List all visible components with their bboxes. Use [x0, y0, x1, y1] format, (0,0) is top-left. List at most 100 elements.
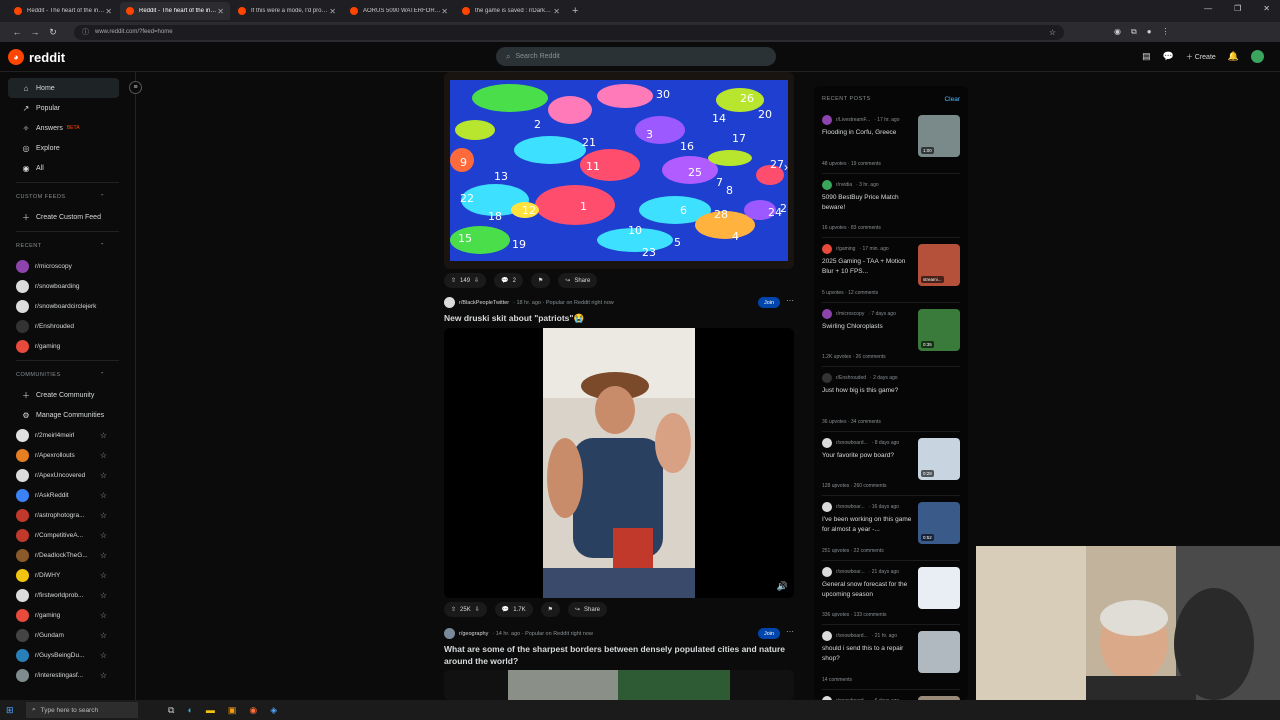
join-button[interactable]: Join — [758, 628, 780, 639]
windows-start-icon[interactable]: ⊞ — [6, 705, 22, 716]
recent-post-item[interactable]: r/snowboard...· 6 days agoJust ordered a… — [822, 690, 960, 700]
subreddit-item[interactable]: r/snowboarding — [0, 276, 135, 296]
subreddit-item[interactable]: r/microscopy — [0, 256, 135, 276]
post-title[interactable]: New druski skit about "patriots"😭 — [444, 312, 794, 324]
url-field[interactable]: ⓘ www.reddit.com/?feed=home ☆ — [74, 24, 1064, 40]
sidebar-item-explore[interactable]: ◎ Explore — [0, 138, 135, 158]
firefox-icon[interactable]: ◉ — [249, 705, 257, 716]
advertise-icon[interactable]: ▤ — [1142, 51, 1151, 62]
volume-icon[interactable]: 🔊 — [777, 581, 788, 592]
sidebar-item-popular[interactable]: ↗ Popular — [0, 98, 135, 118]
more-options-icon[interactable]: ⋯ — [786, 296, 794, 305]
subreddit-item[interactable]: r/DiWHY ☆ — [0, 565, 135, 585]
subreddit-item[interactable]: r/gaming — [0, 336, 135, 356]
share-button[interactable]: ↪ Share — [558, 273, 598, 288]
sidebar-item-home[interactable]: ⌂ Home — [8, 78, 119, 98]
browser-tab[interactable]: Reddit - The heart of the internet ✕ — [8, 2, 118, 20]
favorite-star-icon[interactable]: ☆ — [100, 671, 107, 680]
subreddit-link[interactable]: r/geography — [459, 631, 488, 637]
subreddit-name[interactable]: r/LivestreamF... — [836, 117, 870, 123]
post-title[interactable]: What are some of the sharpest borders be… — [444, 643, 794, 667]
forward-icon[interactable]: → — [26, 27, 44, 37]
recent-post-item[interactable]: r/LivestreamF... · 17 hr. ago Flooding in … — [822, 109, 960, 174]
share-button[interactable]: ↪ Share — [567, 602, 608, 617]
menu-icon[interactable]: ⋮ — [1162, 27, 1170, 37]
join-button[interactable]: Join — [758, 297, 780, 308]
subreddit-item[interactable]: r/2meirl4meirl ☆ — [0, 425, 135, 445]
comments-button[interactable]: 💬 2 — [494, 273, 523, 288]
sidebar-item-answers[interactable]: ✧ Answers BETA — [0, 118, 135, 138]
upvote-icon[interactable]: ⇧ — [451, 606, 456, 613]
profile-icon[interactable]: ● — [1147, 27, 1152, 37]
search-input[interactable]: ⌕ Search Reddit — [496, 47, 776, 66]
more-options-icon[interactable]: ⋯ — [786, 627, 794, 636]
favorite-star-icon[interactable]: ☆ — [100, 511, 107, 520]
create-button[interactable]: ＋ Create — [1186, 52, 1216, 62]
create-custom-feed-button[interactable]: ＋ Create Custom Feed — [0, 207, 135, 227]
subreddit-name[interactable]: r/snowboar... — [836, 504, 865, 510]
favorite-star-icon[interactable]: ☆ — [100, 471, 107, 480]
subreddit-name[interactable]: r/snowboard... — [836, 633, 868, 639]
communities-section[interactable]: COMMUNITIES ⌃ — [0, 365, 135, 385]
recent-section[interactable]: RECENT ⌃ — [0, 236, 135, 256]
award-button[interactable]: ⚑ — [530, 273, 551, 288]
clear-button[interactable]: Clear — [944, 96, 960, 103]
extension-icon[interactable]: ◉ — [1114, 27, 1121, 37]
favorite-star-icon[interactable]: ☆ — [100, 631, 107, 640]
edge-icon[interactable]: ◐ — [187, 705, 192, 716]
downvote-icon[interactable]: ⇩ — [475, 606, 480, 613]
close-window-icon[interactable]: ✕ — [1263, 4, 1270, 13]
puzzle-icon[interactable]: ⧉ — [1131, 27, 1137, 37]
custom-feeds-section[interactable]: CUSTOM FEEDS ⌃ — [0, 187, 135, 207]
recent-post-thumbnail[interactable]: 0:28 — [918, 437, 960, 480]
new-tab-button[interactable]: + — [572, 5, 578, 17]
browser-tab[interactable]: If this were a mode, I'd probably...✕ — [232, 2, 342, 20]
site-info-icon[interactable]: ⓘ — [82, 27, 89, 37]
back-icon[interactable]: ← — [8, 27, 26, 37]
bookmark-star-icon[interactable]: ☆ — [1049, 28, 1056, 37]
subreddit-item[interactable]: r/snowboardcirclejerk — [0, 296, 135, 316]
recent-post-title[interactable]: I've been working on this game for almos… — [822, 515, 914, 535]
recent-post-title[interactable]: Swirling Chloroplasts — [822, 322, 914, 332]
subreddit-item[interactable]: r/CompetitiveA... ☆ — [0, 525, 135, 545]
subreddit-name[interactable]: r/nvidia — [836, 182, 852, 188]
collapse-sidebar-button[interactable]: ≡ — [129, 81, 142, 94]
browser-tab[interactable]: the game is saved : r/DarkAndD...✕ — [456, 2, 566, 20]
recent-post-title[interactable]: should i send this to a repair shop? — [822, 644, 914, 664]
post-gallery-image[interactable]: 30 26 2 14 20 3 17 21 16 9 11 13 25 7 27 8 22 18 12 1 6 28 24 2… — [444, 72, 794, 269]
subreddit-item[interactable]: r/ApexUncovered ☆ — [0, 465, 135, 485]
subreddit-name[interactable]: r/snowboar... — [836, 569, 865, 575]
recent-post-item[interactable]: r/snowboard... · 8 days ago Your favorite … — [822, 432, 960, 496]
subreddit-avatar[interactable] — [444, 297, 455, 308]
recent-post-item[interactable]: r/microscopy · 7 days ago Swirling Chlorop… — [822, 303, 960, 367]
recent-post-item[interactable]: r/nvidia · 3 hr. ago 5090 BestBuy Price Ma… — [822, 174, 960, 238]
post-image[interactable] — [444, 670, 794, 700]
recent-post-thumbnail[interactable]: 1:00 — [918, 115, 960, 157]
recent-post-title[interactable]: General snow forecast for the upcoming s… — [822, 580, 914, 600]
sidebar-item-all[interactable]: ◉ All — [0, 158, 135, 178]
subreddit-avatar[interactable] — [444, 628, 455, 639]
recent-post-thumbnail[interactable] — [918, 631, 960, 673]
recent-post-item[interactable]: r/gaming · 17 min. ago 2025 Gaming - TAA +… — [822, 238, 960, 303]
subreddit-name[interactable]: r/microscopy — [836, 311, 864, 317]
award-button[interactable]: ⚑ — [540, 602, 560, 617]
browser-tab[interactable]: AORUS 5090 WATERFORCE Test✕ — [344, 2, 454, 20]
favorite-star-icon[interactable]: ☆ — [100, 651, 107, 660]
recent-post-item[interactable]: r/Enshrouded · 2 days ago Just how big is … — [822, 367, 960, 432]
taskbar-search-input[interactable]: ⌕ Type here to search — [26, 702, 138, 718]
sticky-notes-icon[interactable]: ▣ — [228, 705, 237, 716]
favorite-star-icon[interactable]: ☆ — [100, 611, 107, 620]
avatar[interactable] — [1251, 50, 1264, 63]
chat-icon[interactable]: 💬 — [1163, 51, 1174, 62]
comments-button[interactable]: 💬 1.7K — [494, 602, 533, 617]
close-tab-icon[interactable]: ✕ — [441, 7, 448, 16]
steam-icon[interactable]: ◈ — [270, 705, 277, 716]
subreddit-item[interactable]: r/GuysBeingDu... ☆ — [0, 645, 135, 665]
subreddit-name[interactable]: r/gaming — [836, 246, 855, 252]
recent-post-item[interactable]: r/snowboar... · 21 days ago General snow f… — [822, 561, 960, 625]
maximize-icon[interactable]: ❐ — [1234, 4, 1241, 13]
recent-post-thumbnail[interactable] — [918, 566, 960, 609]
recent-post-title[interactable]: 2025 Gaming - TAA + Motion Blur + 10 FPS… — [822, 257, 914, 277]
recent-post-title[interactable]: Your favorite pow board? — [822, 451, 914, 461]
close-tab-icon[interactable]: ✕ — [105, 7, 112, 16]
